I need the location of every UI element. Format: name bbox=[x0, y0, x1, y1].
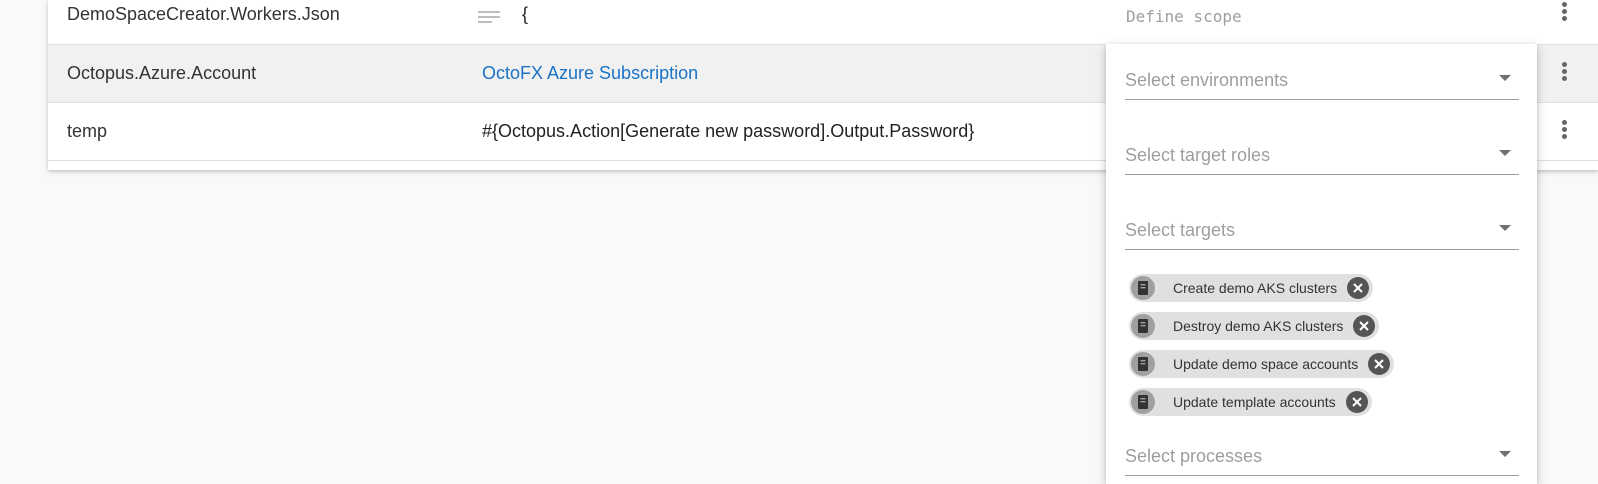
target-chip[interactable]: Create demo AKS clusters bbox=[1129, 274, 1374, 302]
dropdown-arrow-icon[interactable] bbox=[1499, 225, 1511, 231]
row-overflow-menu-icon[interactable] bbox=[1562, 120, 1568, 142]
targets-select[interactable]: Select targets bbox=[1125, 210, 1519, 250]
chip-label: Destroy demo AKS clusters bbox=[1173, 318, 1344, 334]
dropdown-arrow-icon[interactable] bbox=[1499, 451, 1511, 457]
runbook-icon bbox=[1131, 352, 1155, 376]
variable-name[interactable]: DemoSpaceCreator.Workers.Json bbox=[67, 4, 340, 25]
scope-editor-panel: Select environments Select target roles … bbox=[1106, 44, 1537, 484]
dropdown-arrow-icon[interactable] bbox=[1499, 75, 1511, 81]
chip-label: Update demo space accounts bbox=[1173, 356, 1359, 372]
runbook-icon bbox=[1131, 276, 1155, 300]
row-overflow-menu-icon[interactable] bbox=[1562, 2, 1568, 24]
variable-name[interactable]: temp bbox=[67, 121, 107, 142]
variable-name[interactable]: Octopus.Azure.Account bbox=[67, 63, 256, 84]
environments-select[interactable]: Select environments bbox=[1125, 60, 1519, 100]
account-link[interactable]: OctoFX Azure Subscription bbox=[482, 63, 698, 84]
remove-chip-icon[interactable] bbox=[1353, 315, 1376, 337]
variable-value[interactable]: #{Octopus.Action[Generate new password].… bbox=[482, 121, 974, 142]
remove-chip-icon[interactable] bbox=[1345, 391, 1368, 413]
target-roles-select[interactable]: Select target roles bbox=[1125, 135, 1519, 175]
target-chip[interactable]: Destroy demo AKS clusters bbox=[1129, 312, 1380, 340]
target-chip[interactable]: Update template accounts bbox=[1129, 388, 1372, 416]
chip-label: Update template accounts bbox=[1173, 394, 1336, 410]
target-roles-placeholder: Select target roles bbox=[1125, 145, 1271, 165]
processes-placeholder: Select processes bbox=[1125, 446, 1263, 466]
environments-placeholder: Select environments bbox=[1125, 70, 1289, 90]
runbook-icon bbox=[1131, 314, 1155, 338]
chip-label: Create demo AKS clusters bbox=[1173, 280, 1338, 296]
row-overflow-menu-icon[interactable] bbox=[1562, 62, 1568, 84]
remove-chip-icon[interactable] bbox=[1368, 353, 1391, 375]
dropdown-arrow-icon[interactable] bbox=[1499, 150, 1511, 156]
multiline-text-icon bbox=[478, 11, 500, 23]
runbook-icon bbox=[1131, 390, 1155, 414]
target-chip[interactable]: Update demo space accounts bbox=[1129, 350, 1395, 378]
processes-select[interactable]: Select processes bbox=[1125, 436, 1519, 476]
variable-value[interactable]: { bbox=[522, 4, 528, 25]
remove-chip-icon[interactable] bbox=[1347, 277, 1370, 299]
targets-placeholder: Select targets bbox=[1125, 220, 1236, 240]
define-scope-field[interactable]: Define scope bbox=[1126, 7, 1242, 26]
variable-row[interactable]: DemoSpaceCreator.Workers.Json { Define s… bbox=[48, 0, 1598, 45]
